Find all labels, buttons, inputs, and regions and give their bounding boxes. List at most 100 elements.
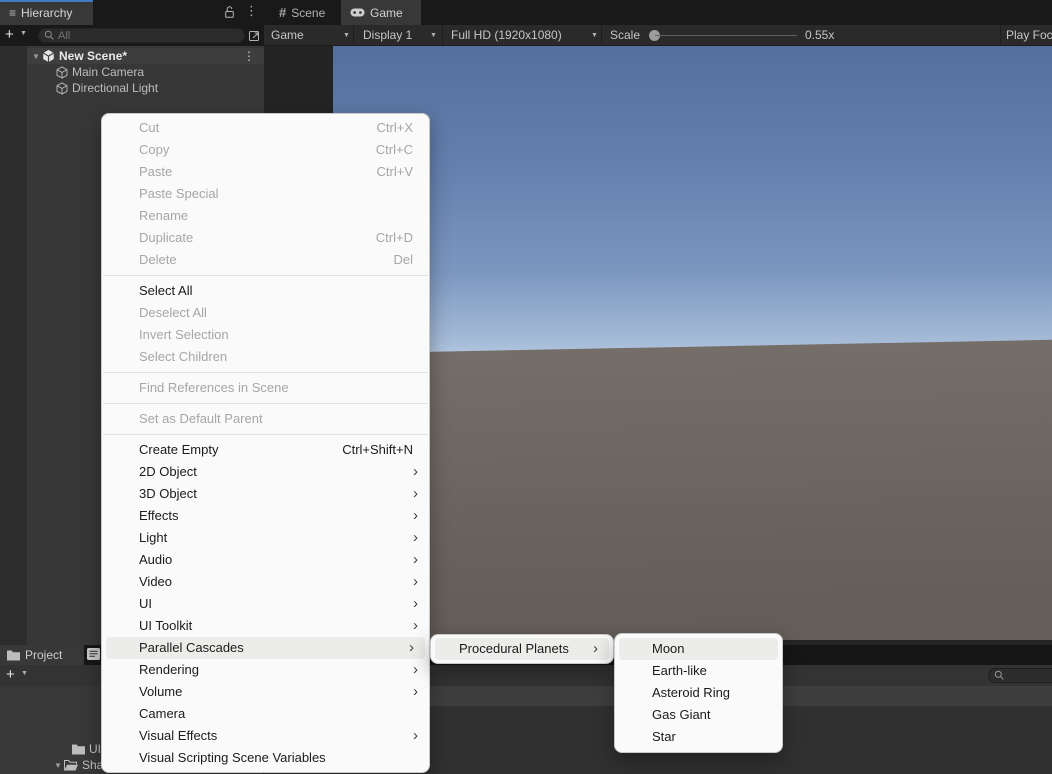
menu-item-select-children[interactable]: Select Children (102, 346, 429, 368)
menu-item-video[interactable]: Video › (102, 571, 429, 593)
menu-item-procedural-planets[interactable]: Procedural Planets› (435, 638, 609, 660)
menu-item-rendering[interactable]: Rendering› (102, 659, 429, 681)
menu-item-volume[interactable]: Volume› (102, 681, 429, 703)
menu-item-label: Delete (139, 249, 177, 271)
hierarchy-item-label: Main Camera (72, 65, 144, 79)
menu-item-find-references-in-scene[interactable]: Find References in Scene (102, 377, 429, 399)
menu-item-paste[interactable]: PasteCtrl+V (102, 161, 429, 183)
menu-item-gas-giant[interactable]: Gas Giant (615, 704, 782, 726)
dropdown-caret-icon[interactable]: ▼ (591, 25, 598, 46)
search-input[interactable] (58, 30, 239, 42)
menu-item-delete[interactable]: DeleteDel (102, 249, 429, 271)
menu-item-audio[interactable]: Audio› (102, 549, 429, 571)
create-dropdown-caret-icon[interactable]: ▼ (21, 670, 28, 677)
create-asset-button[interactable]: + (6, 666, 15, 683)
menu-item-duplicate[interactable]: DuplicateCtrl+D (102, 227, 429, 249)
menu-item-label: Paste Special (139, 183, 219, 205)
menu-item-visual-effects[interactable]: Visual Effects› (102, 725, 429, 747)
create-object-button[interactable]: + (5, 26, 14, 43)
toolbar-separator (1000, 25, 1001, 46)
submenu-arrow-icon: › (413, 681, 418, 702)
menu-item-copy[interactable]: CopyCtrl+C (102, 139, 429, 161)
menu-separator (103, 372, 428, 373)
display-dropdown[interactable]: Display 1 (363, 25, 412, 46)
menu-item-light[interactable]: Light› (102, 527, 429, 549)
menu-item-label: Moon (652, 638, 685, 660)
expander-icon[interactable]: ▼ (30, 52, 42, 61)
menu-item-label: Cut (139, 117, 159, 139)
panel-menu-icon[interactable]: ⋮ (245, 3, 258, 19)
hierarchy-scene-row[interactable]: ▼ New Scene* ⋮ (27, 48, 264, 64)
menu-item-label: Light (139, 527, 167, 549)
hierarchy-left-gutter (0, 46, 27, 645)
procedural-planets-submenu: MoonEarth-likeAsteroid RingGas GiantStar (614, 633, 783, 753)
resolution-dropdown[interactable]: Full HD (1920x1080) (451, 25, 562, 46)
hierarchy-tab-label: Hierarchy (21, 6, 72, 20)
create-dropdown-caret-icon[interactable]: ▼ (20, 30, 27, 37)
menu-item-2d-object[interactable]: 2D Object› (102, 461, 429, 483)
submenu-arrow-icon: › (413, 571, 418, 592)
toolbar-separator (442, 25, 443, 46)
folder-row-ui[interactable]: UI (72, 741, 101, 757)
menu-item-label: Visual Effects (139, 725, 217, 747)
tab-game[interactable]: Game (341, 0, 421, 25)
menu-item-visual-scripting-scene-variables[interactable]: Visual Scripting Scene Variables (102, 747, 429, 769)
rendered-sky (333, 46, 1052, 640)
scene-options-icon[interactable]: ⋮ (243, 49, 255, 63)
menu-item-asteroid-ring[interactable]: Asteroid Ring (615, 682, 782, 704)
menu-item-camera[interactable]: Camera (102, 703, 429, 725)
menu-item-parallel-cascades[interactable]: Parallel Cascades› (106, 637, 425, 659)
menu-item-moon[interactable]: Moon (619, 638, 778, 660)
play-focused-dropdown[interactable]: Play Foc (1006, 25, 1052, 46)
tab-project[interactable]: Project (0, 645, 84, 665)
scale-slider-track[interactable] (655, 35, 797, 36)
project-tab-label: Project (25, 648, 62, 662)
hierarchy-toolbar: + ▼ (0, 25, 264, 46)
rendered-ground (333, 336, 1052, 640)
top-tab-bar: ≡ Hierarchy ⋮ # Scene Game (0, 0, 1052, 25)
menu-item-label: Video (139, 571, 172, 593)
hierarchy-context-menu: CutCtrl+XCopyCtrl+CPasteCtrl+VPaste Spec… (101, 113, 430, 773)
pick-window-icon[interactable] (248, 29, 261, 42)
menu-item-paste-special[interactable]: Paste Special (102, 183, 429, 205)
menu-item-label: Select All (139, 280, 192, 302)
scale-label: Scale (610, 25, 640, 46)
open-folder-icon (64, 760, 78, 771)
menu-item-create-empty[interactable]: Create Empty Ctrl+Shift+N (102, 439, 429, 461)
menu-item-earth-like[interactable]: Earth-like (615, 660, 782, 682)
hierarchy-item-directional-light[interactable]: Directional Light (27, 80, 264, 96)
toolbar-separator (601, 25, 602, 46)
view-mode-dropdown[interactable]: Game (271, 25, 304, 46)
menu-item-label: Asteroid Ring (652, 682, 730, 704)
tab-scene[interactable]: # Scene (270, 0, 334, 25)
dropdown-caret-icon[interactable]: ▼ (343, 25, 350, 46)
menu-item-invert-selection[interactable]: Invert Selection (102, 324, 429, 346)
menu-item-deselect-all[interactable]: Deselect All (102, 302, 429, 324)
menu-item-select-all[interactable]: Select All (102, 280, 429, 302)
menu-item-rename[interactable]: Rename (102, 205, 429, 227)
dropdown-caret-icon[interactable]: ▼ (430, 25, 437, 46)
menu-item-label: Effects (139, 505, 179, 527)
menu-item-label: Invert Selection (139, 324, 229, 346)
menu-item-shortcut: Ctrl+Shift+N (342, 439, 413, 461)
menu-item-label: 3D Object (139, 483, 197, 505)
project-search-field[interactable] (988, 668, 1052, 683)
menu-item-label: Rename (139, 205, 188, 227)
expander-icon[interactable]: ▼ (52, 761, 64, 770)
hierarchy-item-main-camera[interactable]: Main Camera (27, 64, 264, 80)
hierarchy-search-field[interactable] (38, 28, 245, 43)
menu-item-3d-object[interactable]: 3D Object› (102, 483, 429, 505)
menu-item-effects[interactable]: Effects› (102, 505, 429, 527)
tab-hierarchy[interactable]: ≡ Hierarchy (0, 0, 93, 25)
lock-icon[interactable] (224, 6, 235, 19)
menu-item-set-as-default-parent[interactable]: Set as Default Parent (102, 408, 429, 430)
menu-item-star[interactable]: Star (615, 726, 782, 748)
submenu-arrow-icon: › (413, 593, 418, 614)
menu-item-ui-toolkit[interactable]: UI Toolkit› (102, 615, 429, 637)
menu-item-cut[interactable]: CutCtrl+X (102, 117, 429, 139)
menu-item-label: Rendering (139, 659, 199, 681)
console-tab-icon[interactable] (87, 648, 100, 660)
menu-item-ui[interactable]: UI› (102, 593, 429, 615)
menu-item-label: Set as Default Parent (139, 408, 263, 430)
menu-item-label: Create Empty (139, 439, 218, 461)
